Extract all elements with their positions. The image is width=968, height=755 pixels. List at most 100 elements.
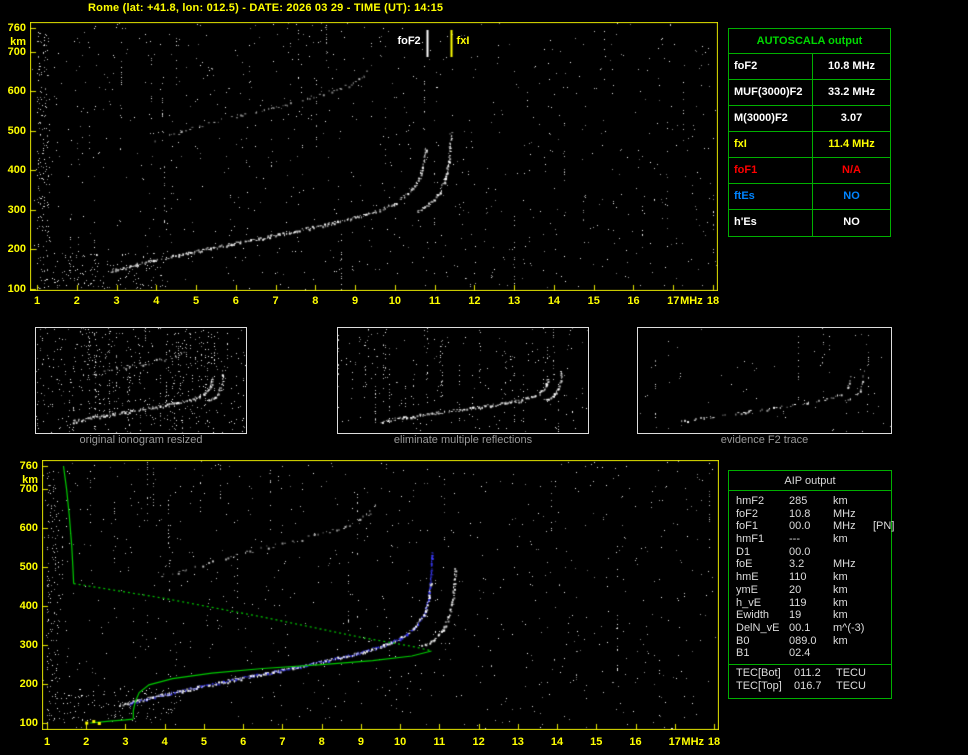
aip-param-name: TEC[Top]	[736, 679, 782, 692]
aip-param-value: 20	[789, 583, 802, 596]
x-tick-label: 10	[393, 736, 407, 748]
y-tick-label: 200	[7, 243, 26, 256]
aip-param-name: foF2	[736, 507, 759, 520]
x-tick-label: 5	[200, 736, 207, 748]
aip-param-extra	[873, 647, 889, 660]
aip-param-unit: km	[833, 571, 848, 584]
aip-param-value: 00.0	[789, 520, 811, 533]
x-tick-label: 12	[468, 295, 481, 307]
thumbnail-original-ionogram	[35, 327, 247, 434]
aip-param-name: hmE	[736, 571, 759, 584]
aip-param-name: B1	[736, 647, 750, 660]
y-tick-label: 300	[7, 203, 26, 216]
autoscala-row: foF1 N/A	[729, 158, 890, 184]
aip-param-unit: km	[833, 596, 848, 609]
x-tick-label: 1	[43, 736, 51, 748]
aip-param-value: 3.2	[789, 558, 805, 571]
x-tick-label: 7	[272, 295, 279, 307]
aip-row: DelN_vE 00.1 m^(-3)	[736, 622, 889, 635]
aip-row: h_vE 119 km	[736, 597, 889, 610]
aip-tec-row: TEC[Top] 016.7 TECU	[736, 680, 889, 693]
aip-param-unit: km	[833, 634, 848, 647]
x-tick-label: 14	[547, 295, 561, 307]
fxi-marker-label: fxI	[456, 35, 470, 47]
aip-param-value: ---	[789, 533, 800, 546]
fof2-marker-label: foF2	[397, 35, 421, 47]
aip-param-name: DelN_vE	[736, 621, 780, 634]
autoscala-param-value: NO	[843, 216, 860, 228]
thumb-canvas-2	[638, 328, 891, 433]
aip-panel-title: AIP output	[729, 471, 891, 491]
aip-param-name: TEC[Bot]	[736, 666, 781, 679]
y-tick-label: 100	[19, 717, 38, 729]
x-tick-label: 9	[352, 295, 359, 307]
y-tick-label: 760	[19, 460, 38, 472]
x-tick-label: 8	[318, 736, 325, 748]
profile-ionogram-canvas	[42, 460, 719, 730]
aip-param-name: ymE	[736, 583, 758, 596]
aip-row: foF2 10.8 MHz	[736, 508, 889, 521]
aip-param-extra	[873, 609, 889, 622]
aip-param-unit: MHz	[833, 558, 856, 571]
x-tick-label: 6	[232, 295, 239, 307]
x-tick-label: 18	[706, 295, 720, 307]
aip-param-unit: MHz	[833, 507, 856, 520]
aip-param-extra	[873, 495, 889, 508]
aip-row: foF1 00.0 MHz [PN]	[736, 520, 894, 533]
x-tick-label: 6	[240, 736, 247, 748]
x-tick-label: 15	[587, 295, 600, 307]
autoscala-param-value: 10.8 MHz	[827, 60, 876, 72]
aip-param-extra	[873, 546, 889, 559]
autoscala-row: M(3000)F2 3.07	[729, 106, 890, 132]
aip-param-name: foF1	[736, 520, 759, 533]
aip-param-value: 016.7	[794, 679, 822, 692]
thumbnail-caption-eliminate: eliminate multiple reflections	[393, 434, 533, 446]
x-tick-label: 11	[433, 736, 446, 748]
y-axis-unit-label: km	[22, 474, 38, 486]
aip-tec-row: TEC[Bot] 011.2 TECU	[736, 667, 889, 680]
main-ionogram-plot: 1 2 3 4 5 6 7 8 9 10 11 12 13 14 15 16 17 18 MHz 100 200 300 4…	[8, 22, 719, 307]
aip-param-name: Ewidth	[736, 609, 770, 622]
thumbnail-caption-evidence: evidence F2 trace	[720, 434, 809, 446]
x-tick-label: 18	[707, 736, 721, 748]
aip-panel: AIP output hmF2 285 km foF2 10.8 MHz foF1 00.0 M…	[728, 470, 894, 699]
aip-param-unit: km	[833, 495, 848, 507]
thumbnail-evidence-f2	[637, 327, 892, 434]
autoscala-panel: AUTOSCALA output foF2 10.8 MHz MUF(3000)…	[728, 28, 891, 237]
x-tick-label: 3	[122, 736, 129, 748]
x-tick-label: 16	[627, 295, 640, 307]
y-tick-label: 200	[19, 678, 38, 691]
y-tick-label: 600	[19, 522, 38, 535]
aip-row: ymE 20 km	[736, 584, 889, 597]
autoscala-param-label: h'Es	[729, 210, 813, 236]
station-date-title: Rome (lat: +41.8, lon: 012.5) - DATE: 20…	[88, 2, 444, 14]
aip-param-unit: TECU	[836, 679, 866, 692]
thumb-canvas-1	[338, 328, 588, 433]
autoscala-param-label: M(3000)F2	[729, 106, 813, 131]
aip-param-value: 285	[789, 495, 808, 507]
autoscala-row: foF2 10.8 MHz	[729, 54, 890, 80]
autoscala-param-value: 3.07	[840, 112, 863, 124]
aip-param-name: B0	[736, 634, 750, 647]
x-tick-label: 1	[33, 295, 41, 307]
x-tick-label: 13	[511, 736, 524, 748]
autoscala-row: MUF(3000)F2 33.2 MHz	[729, 80, 890, 106]
aip-param-value: 19	[789, 609, 802, 622]
y-tick-label: 760	[7, 22, 26, 34]
profile-ionogram-plot: 1 2 3 4 5 6 7 8 9 10 11 12 13 14 15 16 17 18 MHz 100 200 300 4…	[20, 460, 720, 748]
aip-row: B1 02.4	[736, 647, 889, 660]
aip-param-extra	[873, 597, 889, 610]
aip-param-name: foE	[736, 558, 753, 571]
autoscala-panel-title: AUTOSCALA output	[729, 29, 890, 54]
autoscala-param-label: foF2	[729, 54, 813, 79]
x-tick-label: 4	[153, 295, 160, 307]
aip-param-extra	[873, 635, 889, 648]
x-tick-label: 4	[161, 736, 168, 748]
aip-param-value: 119	[789, 596, 807, 609]
autoscala-param-value: N/A	[842, 164, 861, 176]
aip-param-extra: [PN]	[873, 520, 895, 533]
aip-param-extra	[873, 558, 889, 571]
x-tick-label: 10	[388, 295, 401, 307]
aip-row: D1 00.0	[736, 546, 889, 559]
thumbnail-caption-original: original ionogram resized	[79, 434, 203, 446]
